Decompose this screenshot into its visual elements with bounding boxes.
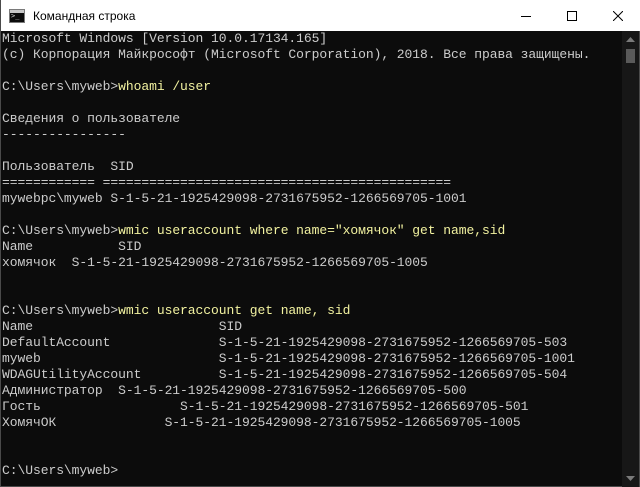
cmd-icon[interactable] (9, 8, 25, 23)
close-icon (613, 10, 623, 21)
table-header: Name SID (2, 239, 142, 254)
prompt: C:\Users\myweb> (2, 223, 119, 238)
table-header: Пользователь SID (2, 159, 134, 174)
minimize-icon (521, 15, 531, 17)
command-line: C:\Users\myweb>wmic useraccount where na… (2, 223, 505, 239)
minimize-button[interactable] (503, 0, 549, 31)
scroll-up-icon[interactable] (622, 31, 639, 48)
table-rule: ============ ===========================… (2, 175, 451, 190)
table-row: ХомячОК S-1-5-21-1925429098-2731675952-1… (2, 415, 521, 430)
copyright-line: (c) Корпорация Майкрософт (Microsoft Cor… (2, 47, 591, 62)
current-prompt[interactable]: C:\Users\myweb> (2, 463, 118, 479)
maximize-button[interactable] (549, 0, 595, 31)
output-line: Сведения о пользователе (2, 111, 181, 126)
prompt: C:\Users\myweb> (2, 79, 119, 94)
close-button[interactable] (595, 0, 640, 31)
command-text: whoami /user (118, 79, 212, 94)
scrollbar-thumb[interactable] (626, 49, 635, 63)
table-row: Гость S-1-5-21-1925429098-2731675952-126… (2, 399, 529, 414)
window-title: Командная строка (33, 8, 136, 23)
output-line: ---------------- (2, 127, 126, 142)
command-text: wmic useraccount get name, sid (118, 303, 351, 318)
command-line: C:\Users\myweb>whoami /user (2, 79, 211, 95)
prompt: C:\Users\myweb> (2, 303, 119, 318)
command-line: C:\Users\myweb>wmic useraccount get name… (2, 303, 350, 319)
table-row: DefaultAccount S-1-5-21-1925429098-27316… (2, 335, 568, 350)
cmd-window: Командная строка Microsoft Windows [Vers… (0, 0, 640, 487)
maximize-icon (567, 10, 577, 21)
scroll-down-icon[interactable] (622, 470, 639, 487)
table-header: Name SID (2, 319, 242, 334)
table-row: mywebpc\myweb S-1-5-21-1925429098-273167… (2, 191, 467, 206)
console-output[interactable]: Microsoft Windows [Version 10.0.17134.16… (1, 31, 623, 487)
version-line: Microsoft Windows [Version 10.0.17134.16… (2, 31, 328, 46)
title-bar[interactable]: Командная строка (1, 0, 640, 31)
table-row: хомячок S-1-5-21-1925429098-2731675952-1… (2, 255, 428, 270)
command-text: wmic useraccount where name="хомячок" ge… (118, 223, 506, 238)
window-controls (503, 0, 640, 31)
table-row: WDAGUtilityAccount S-1-5-21-1925429098-2… (2, 367, 568, 382)
table-row: Администратор S-1-5-21-1925429098-273167… (2, 383, 467, 398)
vertical-scrollbar[interactable] (622, 31, 639, 487)
table-row: myweb S-1-5-21-1925429098-2731675952-126… (2, 351, 575, 366)
